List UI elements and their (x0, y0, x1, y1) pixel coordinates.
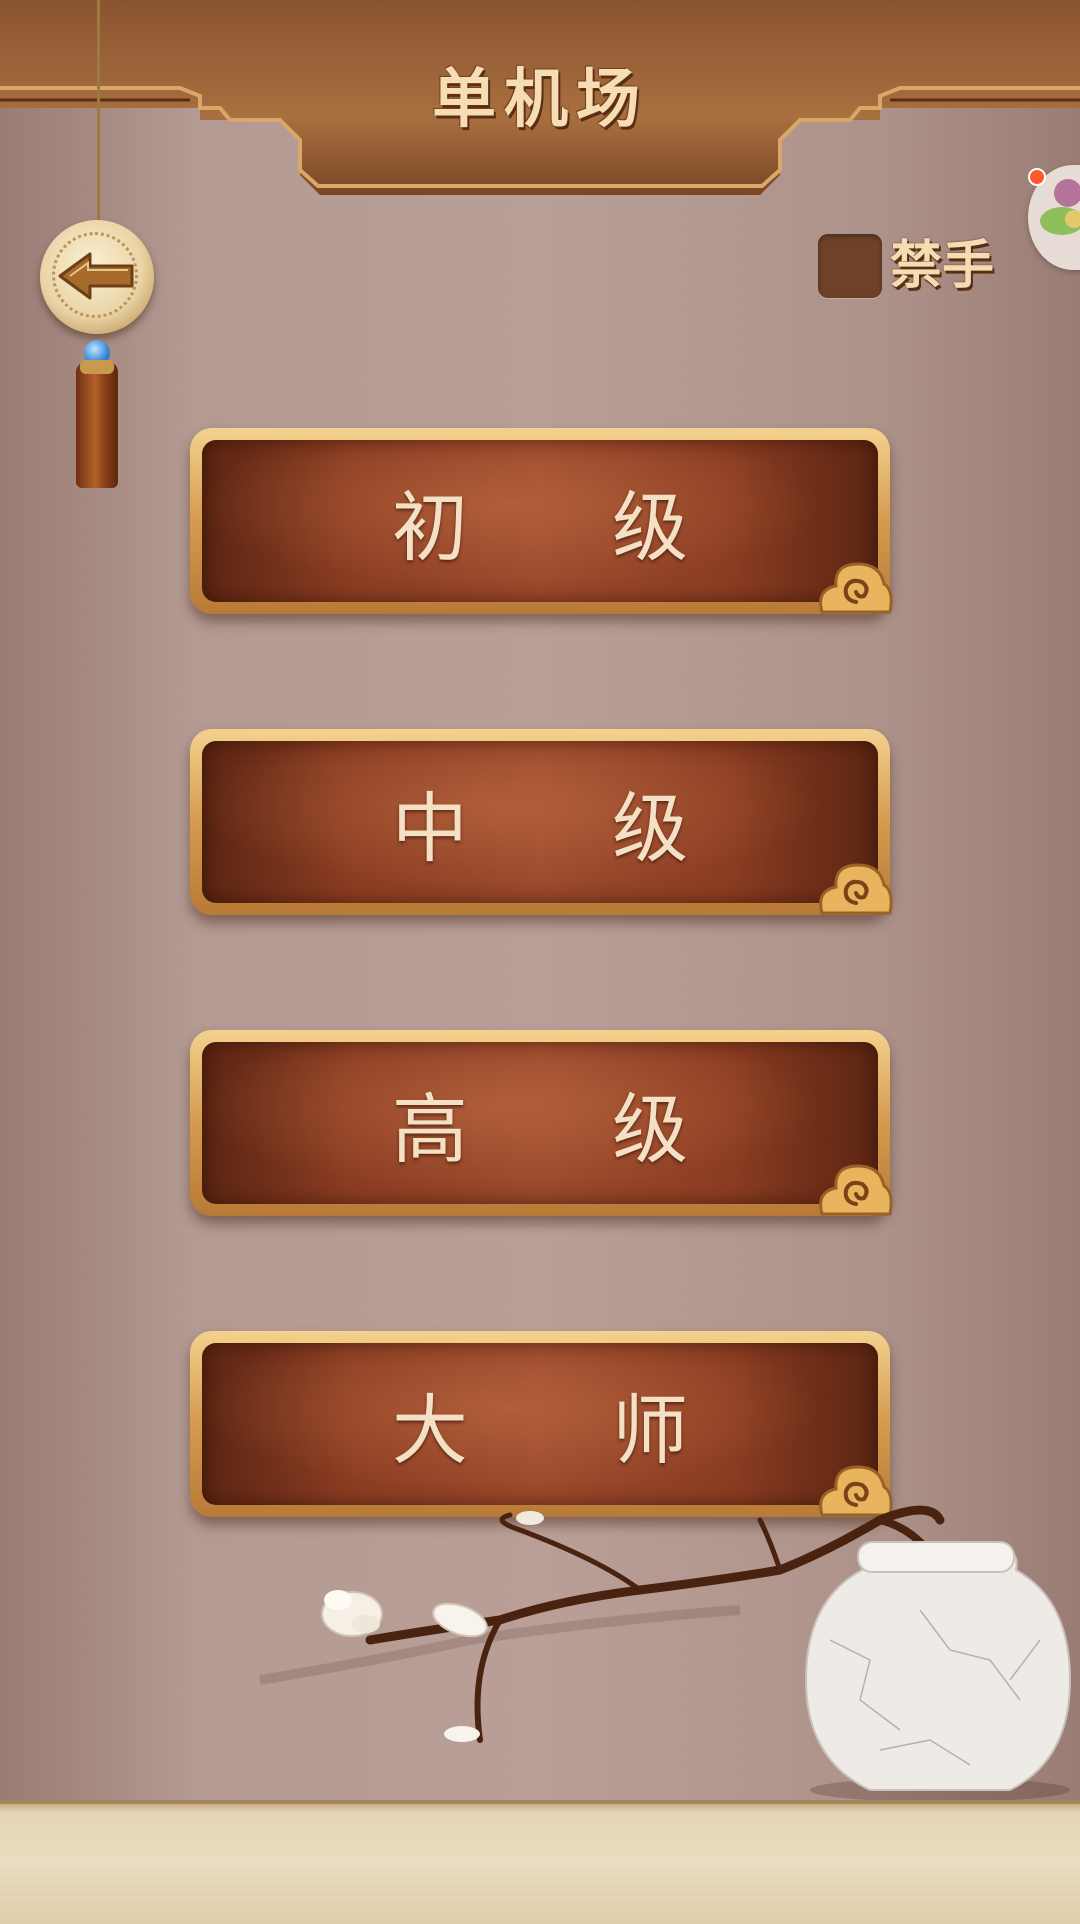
cloud-ornament-icon (819, 562, 893, 614)
level-button-advanced[interactable]: 高 级 (190, 1030, 893, 1216)
notification-dot (1028, 168, 1046, 186)
pendant-tassel (76, 362, 118, 488)
level-label: 初 级 (391, 483, 749, 572)
level-label: 高 级 (391, 1085, 749, 1174)
forbidden-checkbox[interactable] (818, 234, 882, 298)
left-arrow-icon (58, 252, 134, 300)
branch-and-vase-decoration (259, 1505, 1072, 1802)
level-label: 中 级 (391, 784, 749, 873)
page-title: 单机场 (432, 62, 648, 137)
floor-mat (0, 1800, 1080, 1924)
level-button-beginner[interactable]: 初 级 (190, 428, 893, 614)
pendant-string (97, 0, 100, 225)
header-banner: 单机场 (0, 0, 1080, 200)
level-button-intermediate[interactable]: 中 级 (190, 729, 893, 915)
back-button[interactable] (40, 220, 154, 334)
forbidden-label[interactable]: 禁手 (890, 234, 994, 298)
level-label: 大 师 (391, 1386, 749, 1475)
cloud-ornament-icon (819, 1164, 893, 1216)
cloud-ornament-icon (819, 863, 893, 915)
